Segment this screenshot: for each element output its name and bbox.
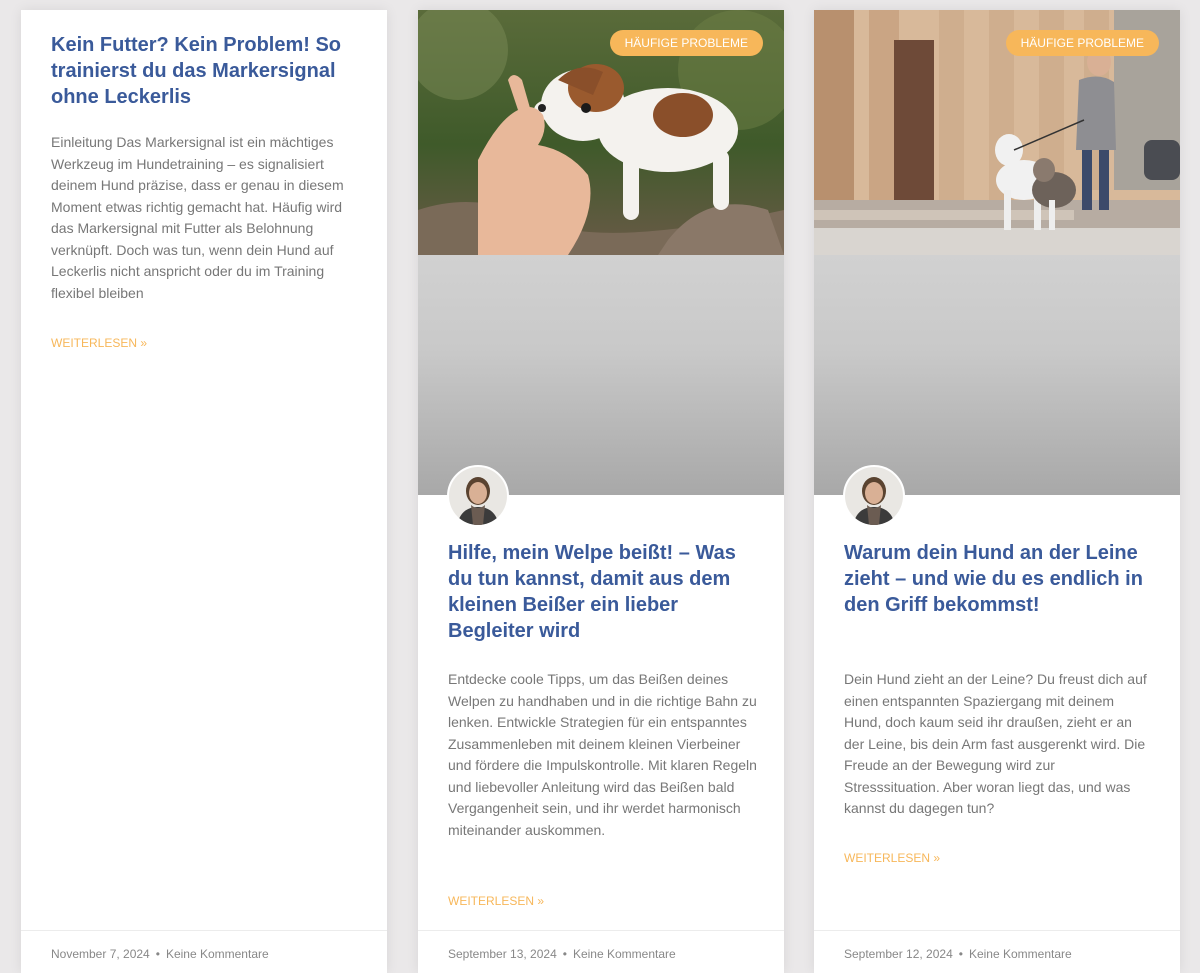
meta-separator: • bbox=[155, 947, 160, 961]
post-date: September 13, 2024 bbox=[448, 947, 557, 961]
comments-link[interactable]: Keine Kommentare bbox=[166, 947, 269, 961]
post-meta: September 13, 2024 • Keine Kommentare bbox=[418, 930, 784, 973]
author-portrait-icon bbox=[449, 467, 507, 525]
post-thumbnail[interactable]: Häufige Probleme bbox=[418, 10, 784, 495]
post-date: September 12, 2024 bbox=[844, 947, 953, 961]
meta-separator: • bbox=[562, 947, 567, 961]
post-excerpt: Entdecke coole Tipps, um das Beißen dein… bbox=[448, 671, 757, 838]
post-thumbnail[interactable]: Häufige Probleme bbox=[814, 10, 1180, 495]
post-card-welpe-beisst: Häufige Probleme Hilfe, mein Welpe beißt… bbox=[418, 10, 784, 973]
comments-link[interactable]: Keine Kommentare bbox=[573, 947, 676, 961]
comments-link[interactable]: Keine Kommentare bbox=[969, 947, 1072, 961]
read-more-link[interactable]: Weiterlesen » bbox=[448, 894, 544, 908]
author-portrait-icon bbox=[845, 467, 903, 525]
author-avatar[interactable] bbox=[447, 465, 509, 527]
post-excerpt: Einleitung Das Markersignal ist ein mäch… bbox=[51, 134, 344, 301]
post-date: November 7, 2024 bbox=[51, 947, 150, 961]
post-title[interactable]: Kein Futter? Kein Problem! So trainierst… bbox=[51, 32, 357, 110]
author-avatar[interactable] bbox=[843, 465, 905, 527]
post-card-markersignal: Kein Futter? Kein Problem! So trainierst… bbox=[21, 10, 387, 973]
post-meta: September 12, 2024 • Keine Kommentare bbox=[814, 930, 1180, 973]
post-excerpt: Dein Hund zieht an der Leine? Du freust … bbox=[844, 671, 1147, 816]
read-more-link[interactable]: Weiterlesen » bbox=[51, 336, 147, 350]
post-meta: November 7, 2024 • Keine Kommentare bbox=[21, 930, 387, 973]
read-more-link[interactable]: Weiterlesen » bbox=[844, 851, 940, 865]
category-badge[interactable]: Häufige Probleme bbox=[609, 30, 763, 56]
post-card-leine-ziehen: Häufige Probleme Warum dein Hund an der … bbox=[814, 10, 1180, 973]
post-title[interactable]: Warum dein Hund an der Leine zieht – und… bbox=[844, 540, 1150, 618]
meta-separator: • bbox=[958, 947, 963, 961]
category-badge[interactable]: Häufige Probleme bbox=[1005, 30, 1159, 56]
post-title[interactable]: Hilfe, mein Welpe beißt! – Was du tun ka… bbox=[448, 540, 754, 644]
